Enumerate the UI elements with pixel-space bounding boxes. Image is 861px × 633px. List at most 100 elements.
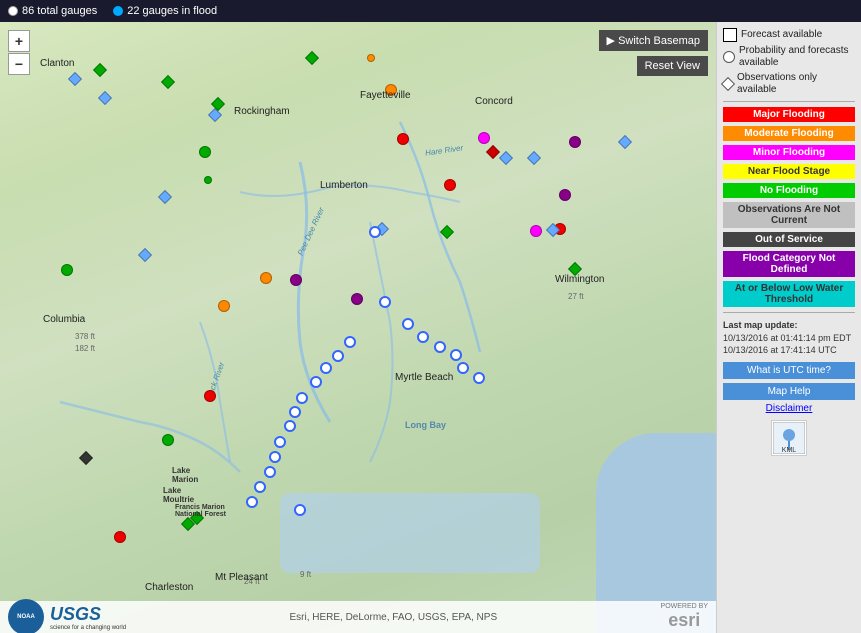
marker-green-1 (61, 264, 73, 276)
total-gauges-dot (8, 6, 18, 16)
marker-bluec-3 (402, 318, 414, 330)
marker-purple-1 (559, 189, 571, 201)
legend-probability-circle (723, 51, 735, 63)
legend-moderate-flooding: Moderate Flooding (723, 126, 855, 141)
marker-green-4 (204, 176, 212, 184)
marker-orange-1 (385, 84, 397, 96)
marker-gdiamond-1 (95, 65, 105, 75)
zoom-in-button[interactable]: + (8, 30, 30, 52)
marker-bluec-7 (344, 336, 356, 348)
marker-red-5 (204, 390, 216, 402)
marker-gdiamond-5 (570, 264, 580, 274)
marker-bluec-17 (254, 481, 266, 493)
reset-view-button[interactable]: Reset View (637, 56, 708, 76)
legend-not-current: Observations Are Not Current (723, 202, 855, 228)
legend-forecast-box (723, 28, 737, 42)
marker-red-1 (397, 133, 409, 145)
usgs-logo-container: USGS science for a changing world (50, 604, 126, 631)
esri-logo: POWERED BY esri (661, 603, 708, 631)
marker-bluec-1 (369, 226, 381, 238)
legend-major-flooding: Major Flooding (723, 107, 855, 122)
esri-powered-label: POWERED BY (661, 603, 708, 610)
kml-container: KML (723, 420, 855, 456)
kml-svg: KML (773, 422, 805, 454)
marker-magenta-1 (478, 132, 490, 144)
marker-bluec-14 (274, 436, 286, 448)
sidebar-divider-1 (723, 101, 855, 102)
marker-bluec-16 (264, 466, 276, 478)
esri-text: esri (668, 610, 700, 631)
marker-dark-1 (81, 453, 91, 463)
what-is-utc-button[interactable]: What is UTC time? (723, 362, 855, 379)
svg-text:KML: KML (782, 447, 797, 454)
marker-bluec-21 (473, 372, 485, 384)
marker-bluec-8 (332, 350, 344, 362)
switch-basemap-button[interactable]: ▶ Switch Basemap (599, 30, 708, 51)
last-update-edt: 10/13/2016 at 01:41:14 pm EDT (723, 333, 851, 343)
marker-orange-3 (260, 272, 272, 284)
legend-probability: Probability and forecasts available (723, 45, 855, 69)
marker-green-2 (162, 434, 174, 446)
legend-observations-diamond (721, 77, 735, 91)
marker-lbdiamond-8 (529, 153, 539, 163)
content-row: + − ▶ Switch Basemap Reset View Lumberto… (0, 22, 861, 633)
marker-bluec-2 (379, 296, 391, 308)
marker-lbdiamond-3 (140, 250, 150, 260)
disclaimer-link[interactable]: Disclaimer (723, 403, 855, 414)
map-help-button[interactable]: Map Help (723, 383, 855, 400)
marker-bluec-10 (310, 376, 322, 388)
last-update-utc: 10/13/2016 at 17:41:14 UTC (723, 345, 837, 355)
marker-bluec-15 (269, 451, 281, 463)
marker-bluec-9 (320, 362, 332, 374)
usgs-logo: USGS (50, 604, 126, 625)
flood-gauges-info: 22 gauges in flood (113, 5, 217, 17)
marker-bluec-20 (457, 362, 469, 374)
marker-bluec-19 (294, 504, 306, 516)
marker-bluec-5 (434, 341, 446, 353)
total-gauges-label: 86 total gauges (22, 5, 97, 17)
marker-lbdiamond-5 (210, 110, 220, 120)
marker-bluec-18 (246, 496, 258, 508)
marker-bluec-4 (417, 331, 429, 343)
sidebar: Forecast available Probability and forec… (716, 22, 861, 633)
marker-purple-3 (290, 274, 302, 286)
marker-gdiamond-7 (213, 99, 223, 109)
marker-lbdiamond-7 (501, 153, 511, 163)
total-gauges-info: 86 total gauges (8, 5, 97, 17)
footer-logos: NOAA USGS science for a changing world (8, 599, 126, 633)
flood-gauges-label: 22 gauges in flood (127, 5, 217, 17)
marker-reddiamond-1 (488, 147, 498, 157)
legend-no-flooding: No Flooding (723, 183, 855, 198)
legend-low-water: At or Below Low Water Threshold (723, 281, 855, 307)
marker-purple-2 (569, 136, 581, 148)
legend-near-flood-stage: Near Flood Stage (723, 164, 855, 179)
marker-gdiamond-4 (442, 227, 452, 237)
main-container: 86 total gauges 22 gauges in flood (0, 0, 861, 633)
legend-forecast-label: Forecast available (741, 29, 822, 41)
flood-gauges-dot (113, 6, 123, 16)
legend-not-defined: Flood Category Not Defined (723, 251, 855, 277)
kml-icon[interactable]: KML (771, 420, 807, 456)
legend-forecast: Forecast available (723, 28, 855, 42)
legend-minor-flooding: Minor Flooding (723, 145, 855, 160)
map-area[interactable]: + − ▶ Switch Basemap Reset View Lumberto… (0, 22, 716, 633)
marker-lbdiamond-10 (620, 137, 630, 147)
legend-probability-label: Probability and forecasts available (739, 45, 855, 69)
legend-observations: Observations only available (723, 72, 855, 96)
marker-lbdiamond-1 (70, 74, 80, 84)
legend-observations-label: Observations only available (737, 72, 855, 96)
marker-lbdiamond-9 (548, 225, 558, 235)
marker-orange-2 (218, 300, 230, 312)
zoom-out-button[interactable]: − (8, 53, 30, 75)
legend-out-of-service: Out of Service (723, 232, 855, 247)
marker-bluec-11 (296, 392, 308, 404)
marker-magenta-2 (530, 225, 542, 237)
marker-red-2 (444, 179, 456, 191)
marker-gdiamond-3 (307, 53, 317, 63)
marker-gdiamond-6 (192, 513, 202, 523)
map-footer: NOAA USGS science for a changing world E… (0, 601, 716, 633)
rivers-svg (0, 22, 716, 633)
marker-green-3 (199, 146, 211, 158)
marker-gdiamond-2 (163, 77, 173, 87)
marker-bluec-13 (284, 420, 296, 432)
